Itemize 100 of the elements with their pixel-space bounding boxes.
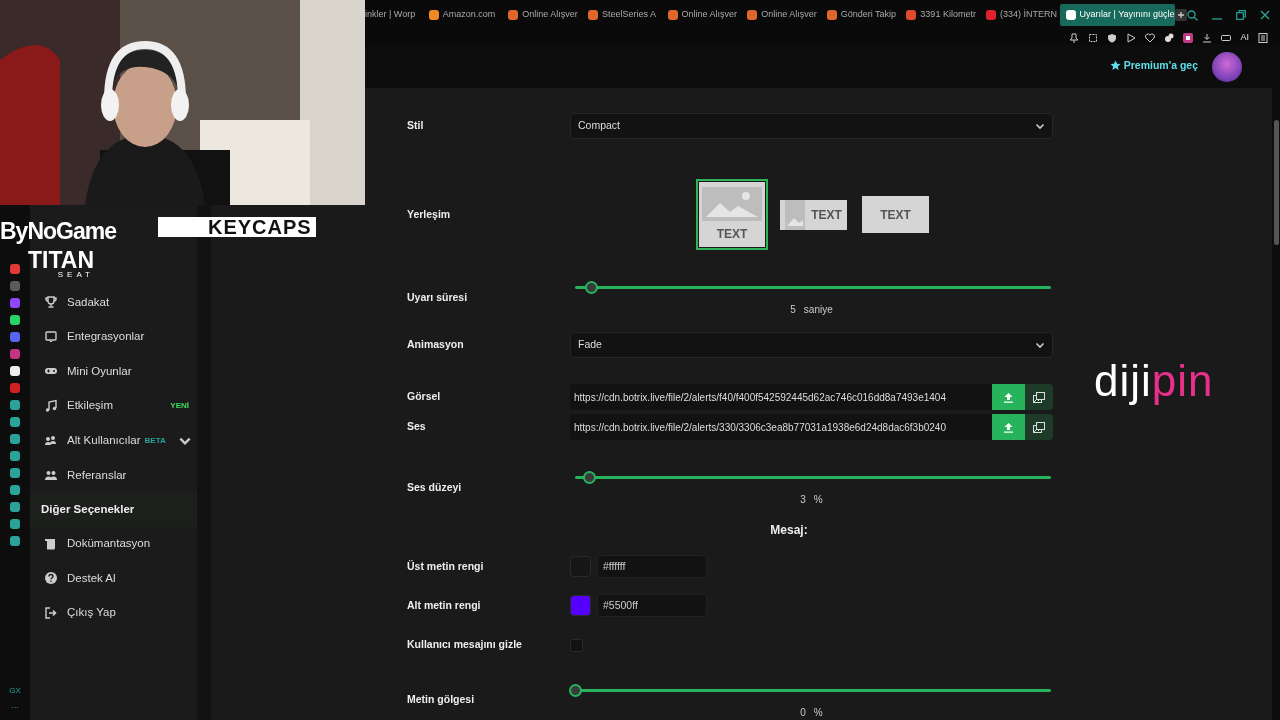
field-label: Ses düzeyi [407,479,463,495]
premium-button[interactable]: Premium'a geç [1103,56,1204,75]
pin-icon[interactable] [1069,32,1080,43]
value-reading: 0 [800,707,806,718]
sidebar-item[interactable]: Referanslar [30,457,197,493]
section-heading: Diğer Seçenekler [30,492,197,527]
sidebar-item[interactable]: Etkileşim YENİ [30,388,197,424]
color-field[interactable]: #5500ff [597,594,707,618]
trophy-icon [44,295,58,310]
gallery-button[interactable] [1025,414,1053,441]
sidebar-item[interactable]: Sadakat [30,285,197,320]
app-icon[interactable] [9,365,21,377]
color-field[interactable]: #ffffff [597,555,707,579]
gallery-icon [1033,421,1045,433]
app-icon[interactable] [9,535,21,547]
url-field[interactable]: https://cdn.botrix.live/file/2/alerts/f40/f400f542592445d62ac746c016dd8a7493e1404 [570,384,992,411]
gx-label[interactable]: GX [9,685,21,697]
star-icon [1109,59,1121,71]
slider-thumb[interactable] [585,281,599,295]
field-label: Kullanıcı mesajını gizle [407,637,523,653]
users-icon [44,433,58,448]
upload-button[interactable] [992,384,1025,411]
upload-button[interactable] [992,414,1025,441]
scroll-icon [44,536,58,551]
scrollbar-thumb[interactable] [1273,120,1279,245]
browser-tab[interactable]: Uyarılar | Yayınını güçle [1059,4,1175,26]
sidebar-item[interactable]: Çıkış Yap [30,595,197,631]
sponsor-logo: KEYCAPS [158,217,316,237]
music-icon [44,399,58,414]
avatar[interactable] [1212,52,1242,83]
app-icon[interactable] [9,433,21,445]
ai-button[interactable]: AI [1240,30,1249,45]
app-icon[interactable] [9,399,21,411]
field-label: Ses [407,419,427,435]
gallery-icon [1033,391,1045,403]
url-field[interactable]: https://cdn.botrix.live/file/2/alerts/330/3306c3ea8b77031a1938e6d24d8dac6f3b0240 [570,414,992,441]
users-icon [44,468,58,483]
checkbox[interactable] [570,638,583,652]
browser-tab[interactable]: 3391 Kilometr [900,4,980,26]
slider-thumb[interactable] [569,684,582,697]
sidebar-item[interactable]: Mini Oyunlar [30,354,197,389]
gallery-button[interactable] [1025,384,1053,411]
help-icon [44,571,58,586]
color-swatch[interactable] [570,595,591,617]
app-icon[interactable] [9,450,21,462]
field-label: Alt metin rengi [407,597,482,613]
extension-icon[interactable] [1183,32,1194,43]
play-icon[interactable] [1126,32,1137,43]
new-label: YENİ [169,400,189,413]
app-icon[interactable] [9,518,21,530]
unit-label: % [813,494,823,506]
browser-tab[interactable]: Online Alışver [661,4,742,26]
browser-tab[interactable]: Amazon.com [422,4,503,26]
upload-icon [1003,391,1014,403]
field-label: Üst metin rengi [407,558,485,574]
sidebar-item[interactable]: Entegrasyonlar [30,319,197,355]
battery-icon[interactable] [1221,32,1232,43]
browser-tab[interactable]: Gönderi Takip [820,4,901,26]
field-label: Stil [407,118,425,134]
sidebar-item[interactable]: Alt Kullanıcılar BETA [30,423,197,458]
unit-label: % [813,707,823,718]
layout-option[interactable]: TEXT [696,179,768,251]
sponsor-logo: TITAN SEAT [28,250,94,278]
app-icon[interactable] [9,416,21,428]
app-icon[interactable] [9,484,21,496]
sidebar-icon[interactable] [1258,32,1268,43]
sponsor-logo: ByNoGame [0,217,116,246]
browser-tab[interactable]: inkler | Worp [365,4,423,26]
browser-tab[interactable]: (334) İNTERN [979,4,1060,26]
browser-tab[interactable]: SteelSeries A [581,4,662,26]
crop-icon[interactable] [1088,32,1099,43]
shield-icon[interactable] [1107,32,1118,43]
field-label: Yerleşim [407,206,452,222]
slider-thumb[interactable] [583,471,597,485]
heart-icon[interactable] [1145,32,1156,43]
more-button[interactable]: ··· [11,702,19,714]
extension-icon[interactable] [1164,32,1175,43]
download-icon[interactable] [1202,32,1213,43]
dropdown[interactable]: Fade [570,332,1053,359]
app-icon[interactable] [9,501,21,513]
sponsor-logo: dijipin [1094,355,1214,407]
app-icon[interactable] [9,467,21,479]
value-reading: 3 [800,494,806,506]
field-label: Animasyon [407,337,465,353]
sidebar-item[interactable]: Dokümantasyon [30,526,197,562]
dropdown[interactable]: Compact [570,113,1053,140]
maximize-icon[interactable] [1236,10,1246,20]
field-label: Görsel [407,389,442,405]
field-label: Metin gölgesi [407,692,476,708]
search-icon[interactable] [1187,9,1198,21]
chevron-icon [1035,340,1045,351]
browser-tab[interactable]: Online Alışver [502,4,582,26]
field-label: Uyarı süresi [407,289,469,305]
section-heading: Mesaj: [769,522,809,540]
browser-tab[interactable]: Online Alışver [741,4,821,26]
sidebar-item[interactable]: Destek Al [30,561,197,596]
image-placeholder-icon [785,199,806,230]
app-icon[interactable] [9,314,21,326]
chat-icon [44,329,58,344]
close-icon[interactable] [1260,10,1270,20]
